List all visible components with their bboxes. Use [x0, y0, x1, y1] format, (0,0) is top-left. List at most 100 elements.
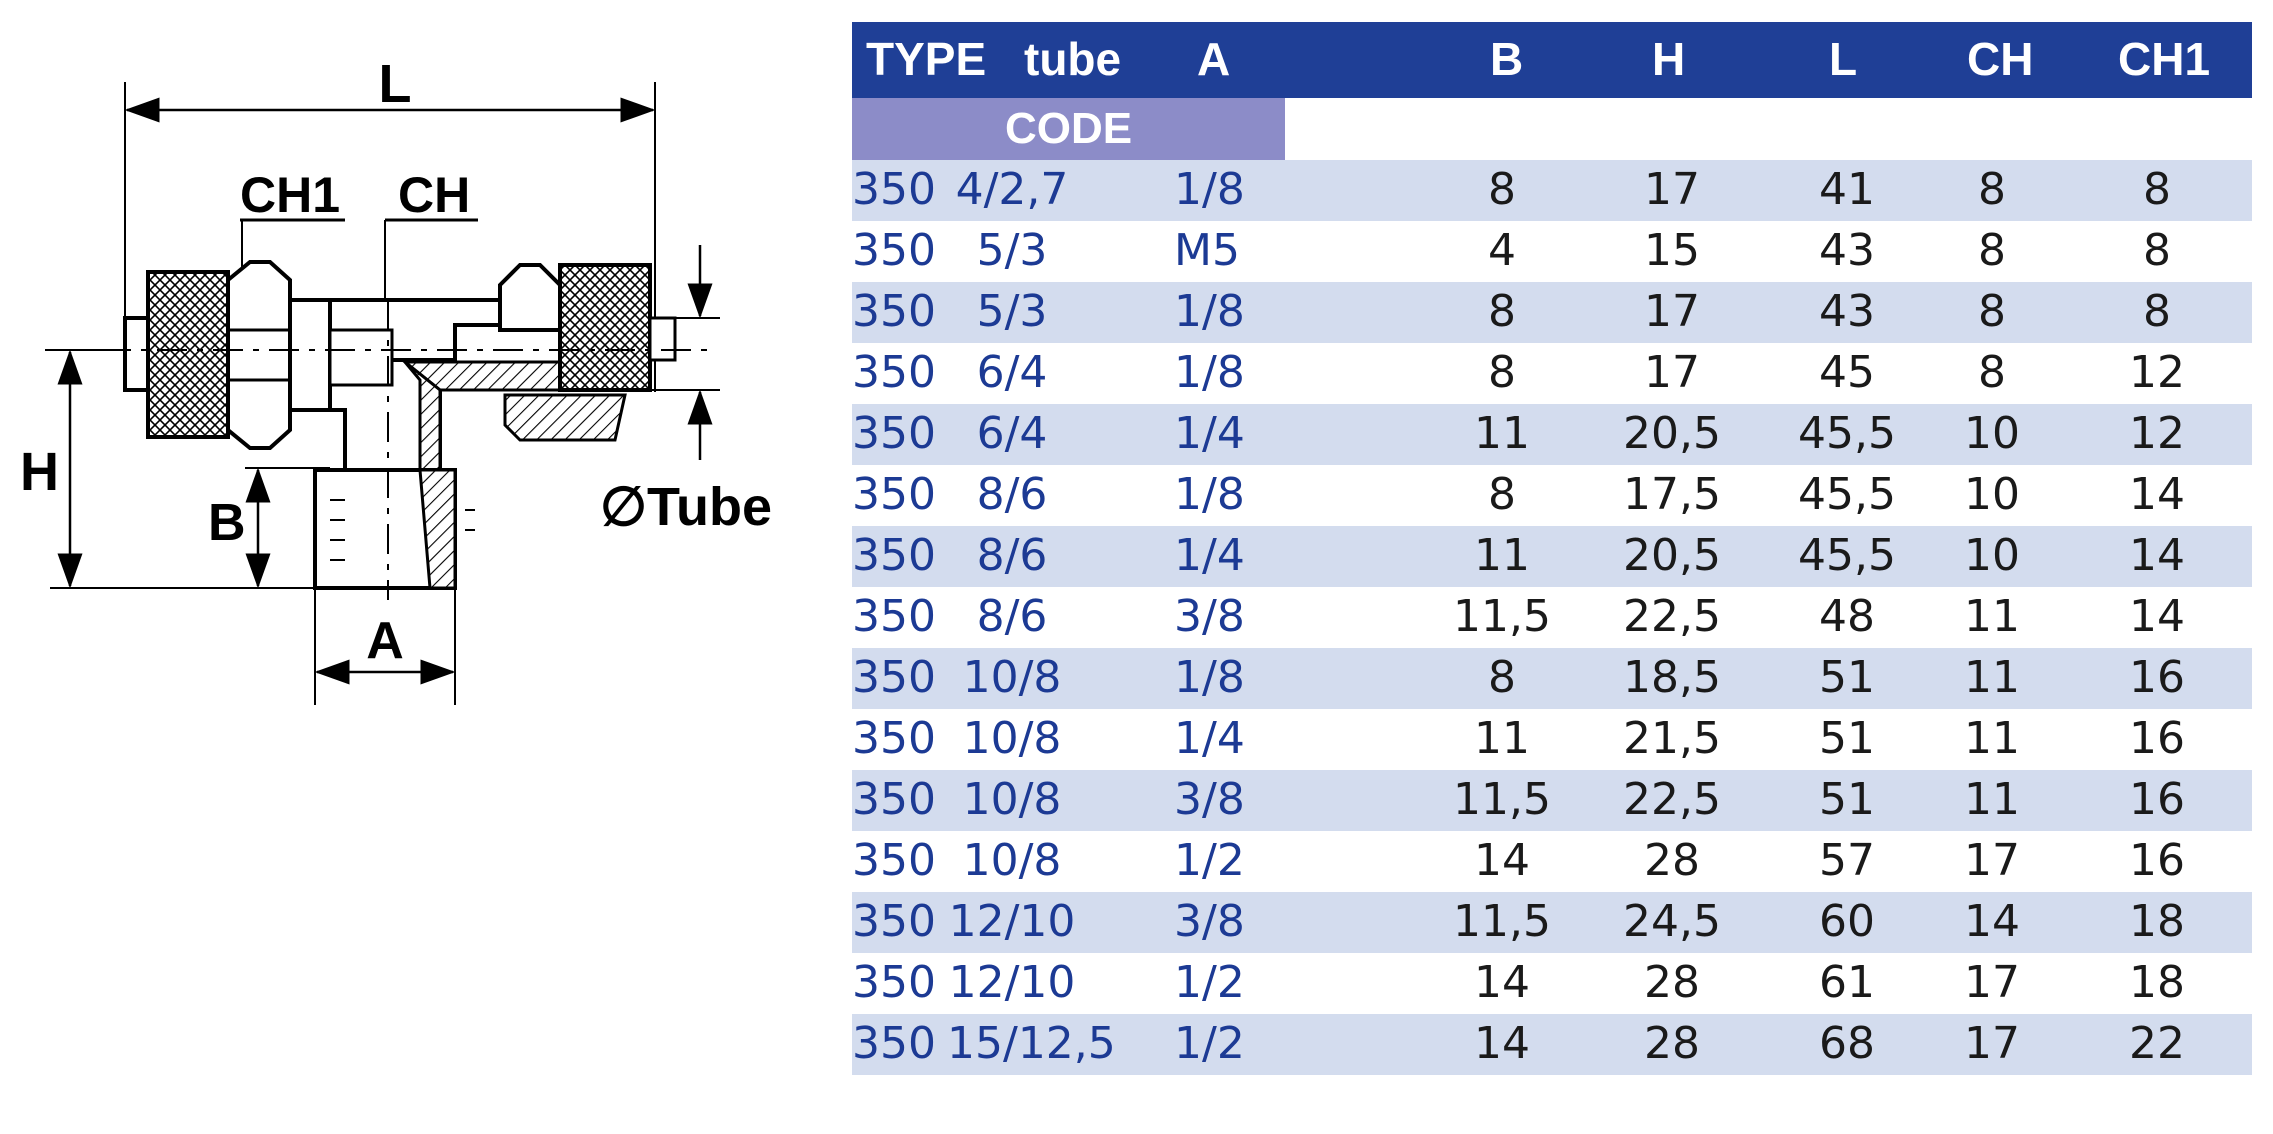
- table-row: 350 6/4 1/4 11 20,5 45,5 10 12: [852, 404, 2252, 465]
- cell-ch1: 14: [2129, 469, 2185, 520]
- cell-ch: 14: [1964, 896, 2020, 947]
- cell-tube: 12/10: [948, 957, 1076, 1008]
- cell-ch: 8: [1978, 347, 2006, 398]
- cell-ch: 11: [1964, 591, 2020, 642]
- cell-tube: 10/8: [962, 835, 1062, 886]
- header-h: H: [1652, 33, 1686, 85]
- header-ch: CH: [1967, 33, 2034, 85]
- cell-ch1: 18: [2129, 957, 2185, 1008]
- cell-l: 51: [1819, 713, 1875, 764]
- cell-l: 45: [1819, 347, 1875, 398]
- cell-tube: 15/12,5: [947, 1018, 1116, 1069]
- cell-type: 350: [852, 347, 936, 398]
- cell-ch1: 14: [2129, 530, 2185, 581]
- cell-h: 22,5: [1623, 774, 1721, 825]
- cell-b: 11,5: [1453, 774, 1551, 825]
- cell-b: 11: [1474, 408, 1530, 459]
- header-l: L: [1829, 33, 1858, 85]
- cell-b: 14: [1474, 1018, 1530, 1069]
- table-row: 350 10/8 1/2 14 28 57 17 16: [852, 831, 2252, 892]
- cell-tube: 6/4: [976, 408, 1048, 459]
- cell-type: 350: [852, 225, 936, 276]
- cell-ch: 8: [1978, 286, 2006, 337]
- cell-b: 11: [1474, 530, 1530, 581]
- table-row: 350 8/6 3/8 11,5 22,5 48 11 14: [852, 587, 2252, 648]
- cell-ch1: 16: [2129, 835, 2185, 886]
- code-label: CODE: [852, 98, 1285, 160]
- left-nut-assembly: [123, 260, 332, 450]
- cell-tube: 4/2,7: [955, 164, 1069, 215]
- cell-type: 350: [852, 713, 936, 764]
- cell-h: 20,5: [1623, 408, 1721, 459]
- label-b: B: [208, 494, 246, 552]
- cell-l: 45,5: [1798, 530, 1896, 581]
- cell-l: 45,5: [1798, 469, 1896, 520]
- cell-a: 3/8: [1174, 774, 1245, 825]
- cell-a: 1/8: [1174, 164, 1245, 215]
- cell-ch1: 12: [2129, 408, 2185, 459]
- table-row: 350 6/4 1/8 8 17 45 8 12: [852, 343, 2252, 404]
- cell-l: 51: [1819, 774, 1875, 825]
- cell-ch1: 16: [2129, 774, 2185, 825]
- cell-h: 17: [1644, 286, 1700, 337]
- label-h: H: [20, 442, 59, 502]
- table-body: 350 4/2,7 1/8 8 17 41 8 8 350 5/3 M5 4 15 43 8 8 350 5/3 1…: [852, 160, 2252, 1075]
- table-row: 350 8/6 1/8 8 17,5 45,5 10 14: [852, 465, 2252, 526]
- cell-type: 350: [852, 774, 936, 825]
- cell-tube: 5/3: [976, 225, 1048, 276]
- cell-ch1: 14: [2129, 591, 2185, 642]
- cell-h: 17,5: [1623, 469, 1721, 520]
- cell-ch: 11: [1964, 652, 2020, 703]
- cell-tube: 10/8: [962, 713, 1062, 764]
- cell-type: 350: [852, 896, 936, 947]
- cell-type: 350: [852, 286, 936, 337]
- cell-type: 350: [852, 652, 936, 703]
- cell-h: 20,5: [1623, 530, 1721, 581]
- cell-h: 24,5: [1623, 896, 1721, 947]
- right-nut-assembly: [498, 263, 677, 442]
- cell-h: 22,5: [1623, 591, 1721, 642]
- cell-ch: 10: [1964, 530, 2020, 581]
- cell-type: 350: [852, 164, 936, 215]
- label-a: A: [366, 612, 404, 670]
- cell-b: 8: [1488, 652, 1516, 703]
- table-row: 350 15/12,5 1/2 14 28 68 17 22: [852, 1014, 2252, 1075]
- cell-l: 68: [1819, 1018, 1875, 1069]
- cell-ch: 11: [1964, 713, 2020, 764]
- cell-ch: 17: [1964, 835, 2020, 886]
- cell-a: 1/8: [1174, 347, 1245, 398]
- cell-a: 1/2: [1174, 835, 1245, 886]
- table-row: 350 4/2,7 1/8 8 17 41 8 8: [852, 160, 2252, 221]
- dimension-a: A: [314, 588, 456, 705]
- spec-table: TYPE tube A B H L CH CH1 CODE 350 4/2,7 1/…: [852, 22, 2252, 1075]
- cell-b: 4: [1488, 225, 1516, 276]
- table-row: 350 12/10 3/8 11,5 24,5 60 14 18: [852, 892, 2252, 953]
- cell-l: 45,5: [1798, 408, 1896, 459]
- label-ch: CH: [398, 167, 470, 223]
- cell-ch1: 22: [2129, 1018, 2185, 1069]
- code-row: CODE: [852, 98, 2252, 160]
- cell-a: M5: [1174, 225, 1240, 276]
- cell-tube: 10/8: [962, 774, 1062, 825]
- cell-tube: 8/6: [976, 591, 1048, 642]
- cell-ch: 17: [1964, 957, 2020, 1008]
- cell-ch1: 16: [2129, 652, 2185, 703]
- cell-b: 11: [1474, 713, 1530, 764]
- cell-type: 350: [852, 469, 936, 520]
- header-ch1: CH1: [2118, 33, 2211, 85]
- cell-b: 8: [1488, 164, 1516, 215]
- cell-l: 43: [1819, 286, 1875, 337]
- cell-tube: 8/6: [976, 530, 1048, 581]
- cell-b: 11,5: [1453, 896, 1551, 947]
- cell-h: 21,5: [1623, 713, 1721, 764]
- label-tube: ∅Tube: [600, 477, 772, 537]
- label-ch1: CH1: [240, 167, 340, 223]
- header-type: TYPE: [866, 33, 987, 85]
- cell-a: 1/8: [1174, 652, 1245, 703]
- cell-ch1: 8: [2143, 286, 2171, 337]
- dimension-b: B: [208, 467, 330, 589]
- cell-h: 17: [1644, 164, 1700, 215]
- cell-l: 51: [1819, 652, 1875, 703]
- cell-ch1: 12: [2129, 347, 2185, 398]
- cell-ch: 8: [1978, 225, 2006, 276]
